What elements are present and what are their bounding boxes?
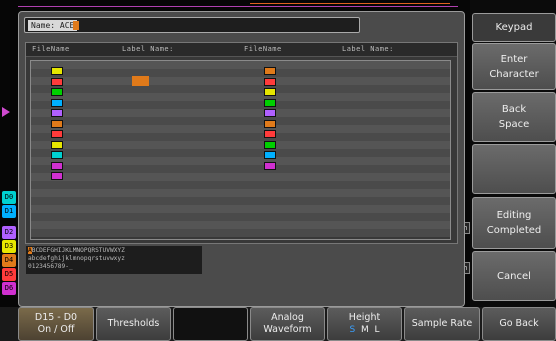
digital-marker-d2: D2 xyxy=(2,226,16,239)
digital-marker-d4: D4 xyxy=(2,254,16,267)
file-icon[interactable] xyxy=(51,130,63,138)
trace-top xyxy=(18,6,458,7)
file-dialog: Name: ACE FileName Label Name: FileName … xyxy=(18,11,465,307)
d15-label-2: On / Off xyxy=(37,324,75,335)
file-icon[interactable] xyxy=(264,140,276,149)
file-icon[interactable] xyxy=(51,140,63,149)
file-icon[interactable] xyxy=(264,88,276,96)
trace-top-2 xyxy=(250,3,450,4)
label-selection[interactable] xyxy=(132,76,149,86)
height-options: S M L xyxy=(350,324,380,336)
keypad-title: Keypad xyxy=(472,13,556,42)
height-button[interactable]: Height S M L xyxy=(327,307,402,341)
digital-marker-d1: D1 xyxy=(2,205,16,218)
header-label-name-2: Label Name: xyxy=(342,45,394,53)
digital-marker-d3: D3 xyxy=(2,240,16,253)
file-icon[interactable] xyxy=(264,109,276,117)
file-icon[interactable] xyxy=(51,151,63,159)
empty-bottom-key xyxy=(173,307,248,341)
file-icon[interactable] xyxy=(264,98,276,107)
d15-d0-toggle-button[interactable]: D15 - D0 On / Off xyxy=(18,307,94,341)
file-icon[interactable] xyxy=(51,161,63,170)
file-icon[interactable] xyxy=(51,77,63,86)
softkey-column: Keypad Enter Character Back Space Editin… xyxy=(472,13,556,316)
column-headers: FileName Label Name: FileName Label Name… xyxy=(26,43,457,57)
back-label-2: Space xyxy=(498,119,530,130)
file-icon[interactable] xyxy=(264,67,276,75)
file-icon[interactable] xyxy=(51,88,63,96)
file-panel: FileName Label Name: FileName Label Name… xyxy=(25,42,458,244)
file-icon[interactable] xyxy=(264,161,276,170)
digital-marker-d5: D5 xyxy=(2,268,16,281)
file-icon[interactable] xyxy=(51,109,63,117)
file-icon[interactable] xyxy=(264,77,276,86)
editing-label-1: Editing xyxy=(496,210,532,221)
header-filename: FileName xyxy=(32,45,70,53)
analog-label-1: Analog xyxy=(271,312,304,323)
file-icon[interactable] xyxy=(51,172,63,180)
editing-label-2: Completed xyxy=(486,225,542,236)
file-icon[interactable] xyxy=(51,98,63,107)
go-back-button[interactable]: Go Back xyxy=(482,307,556,341)
enter-character-button[interactable]: Enter Character xyxy=(472,43,556,90)
analog-label-2: Waveform xyxy=(263,324,312,335)
name-field[interactable]: Name: ACE xyxy=(24,17,360,33)
sample-rate-label: Sample Rate xyxy=(411,318,473,329)
empty-softkey[interactable] xyxy=(472,144,556,194)
keyboard-line-1[interactable]: BCDEFGHIJKLMNOPQRSTUVWXYZ xyxy=(32,247,125,254)
d15-label-1: D15 - D0 xyxy=(34,312,78,323)
enter-label-1: Enter xyxy=(500,53,528,65)
file-icon[interactable] xyxy=(264,119,276,128)
enter-label-2: Character xyxy=(489,68,539,80)
keyboard-line-3[interactable]: 0123456789-_ xyxy=(28,263,200,271)
editing-completed-button[interactable]: Editing Completed xyxy=(472,197,556,249)
digital-marker-d6: D6 xyxy=(2,282,16,295)
file-icon[interactable] xyxy=(51,119,63,128)
file-list[interactable] xyxy=(30,60,451,240)
header-label-name: Label Name: xyxy=(122,45,174,53)
digital-marker-d0: D0 xyxy=(2,191,16,204)
name-label: Name: ACE xyxy=(28,20,78,31)
cancel-button[interactable]: Cancel xyxy=(472,251,556,301)
bottom-menu: D15 - D0 On / Off Thresholds Analog Wave… xyxy=(0,307,556,341)
back-space-button[interactable]: Back Space xyxy=(472,92,556,142)
analog-waveform-button[interactable]: Analog Waveform xyxy=(250,307,325,341)
channel-marker-icon xyxy=(2,107,10,117)
height-option-s: S xyxy=(349,325,356,335)
height-label: Height xyxy=(348,312,381,323)
height-option-l: L xyxy=(374,325,380,335)
file-icon[interactable] xyxy=(264,151,276,159)
back-label-1: Back xyxy=(501,104,527,115)
cursor-icon xyxy=(73,21,79,30)
height-option-m: M xyxy=(360,325,369,335)
file-icon[interactable] xyxy=(264,130,276,138)
character-keyboard[interactable]: ABCDEFGHIJKLMNOPQRSTUVWXYZ abcdefghijklm… xyxy=(26,246,202,274)
keyboard-line-2[interactable]: abcdefghijklmnopqrstuvwxyz xyxy=(28,255,200,263)
header-filename-2: FileName xyxy=(244,45,282,53)
sample-rate-button[interactable]: Sample Rate xyxy=(404,307,480,341)
thresholds-button[interactable]: Thresholds xyxy=(96,307,171,341)
file-icon[interactable] xyxy=(51,67,63,75)
